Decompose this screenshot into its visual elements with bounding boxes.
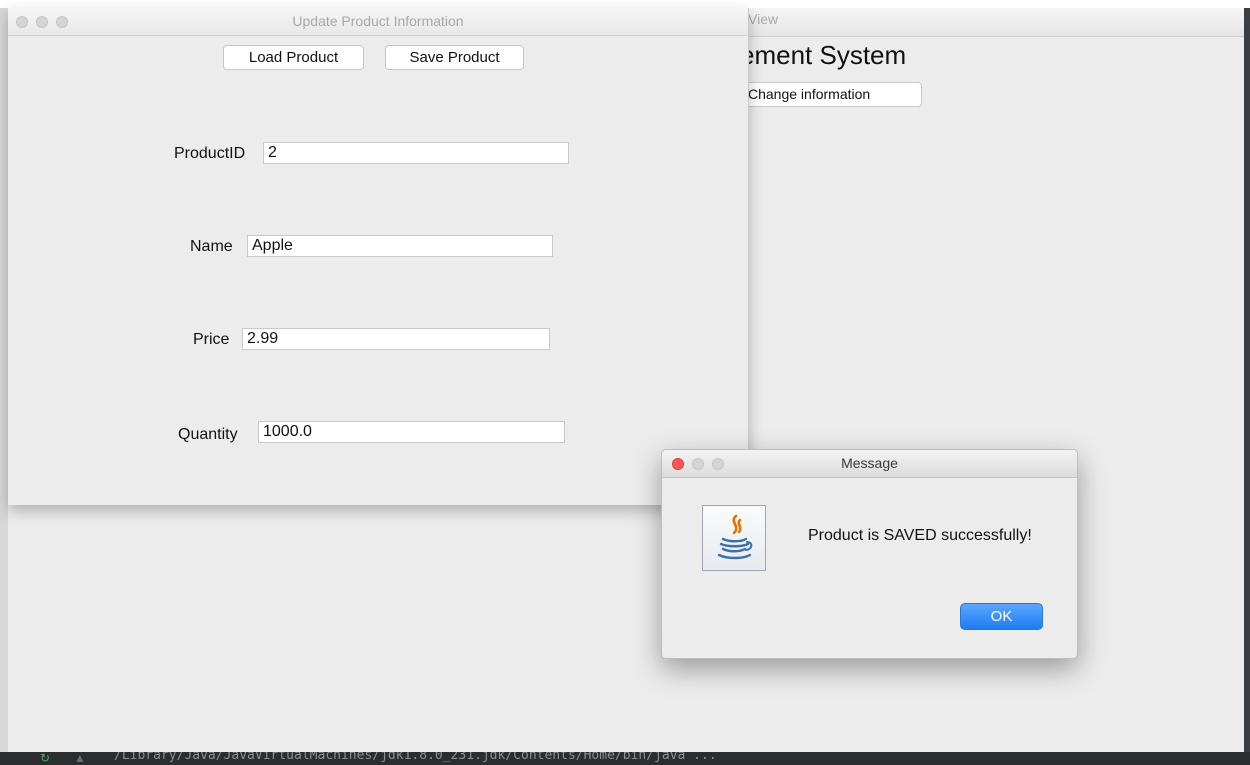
save-product-button[interactable]: Save Product	[385, 45, 524, 70]
ide-left-edge	[0, 8, 8, 752]
main-heading: ement System	[740, 40, 907, 70]
quantity-input[interactable]	[258, 421, 565, 443]
ide-right-edge	[1244, 8, 1250, 752]
message-dialog: Message Product is SAVED successfully! O…	[661, 449, 1078, 659]
dialog-titlebar: Message	[662, 450, 1077, 478]
java-coffee-cup-icon	[702, 505, 766, 571]
name-label: Name	[190, 238, 233, 255]
ok-button[interactable]: OK	[960, 603, 1043, 630]
update-window-title: Update Product Information	[292, 13, 464, 29]
quantity-label: Quantity	[178, 426, 238, 443]
change-information-button[interactable]: Change information	[741, 82, 922, 107]
main-window-title: View	[748, 11, 779, 27]
dialog-title: Message	[841, 455, 898, 471]
dialog-message: Product is SAVED successfully!	[808, 527, 1032, 544]
name-input[interactable]	[247, 235, 553, 257]
up-arrow-icon[interactable]: ▲	[74, 751, 86, 765]
productid-label: ProductID	[174, 145, 246, 162]
main-window-titlebar	[738, 8, 1244, 37]
update-window-titlebar: Update Product Information	[8, 8, 748, 36]
load-product-button[interactable]: Load Product	[223, 45, 364, 70]
update-product-window: Update Product Information Load Product …	[8, 8, 749, 505]
rerun-icon[interactable]: ↻	[40, 751, 50, 765]
price-input[interactable]	[242, 328, 550, 350]
price-label: Price	[193, 331, 230, 348]
productid-input[interactable]	[263, 142, 569, 164]
